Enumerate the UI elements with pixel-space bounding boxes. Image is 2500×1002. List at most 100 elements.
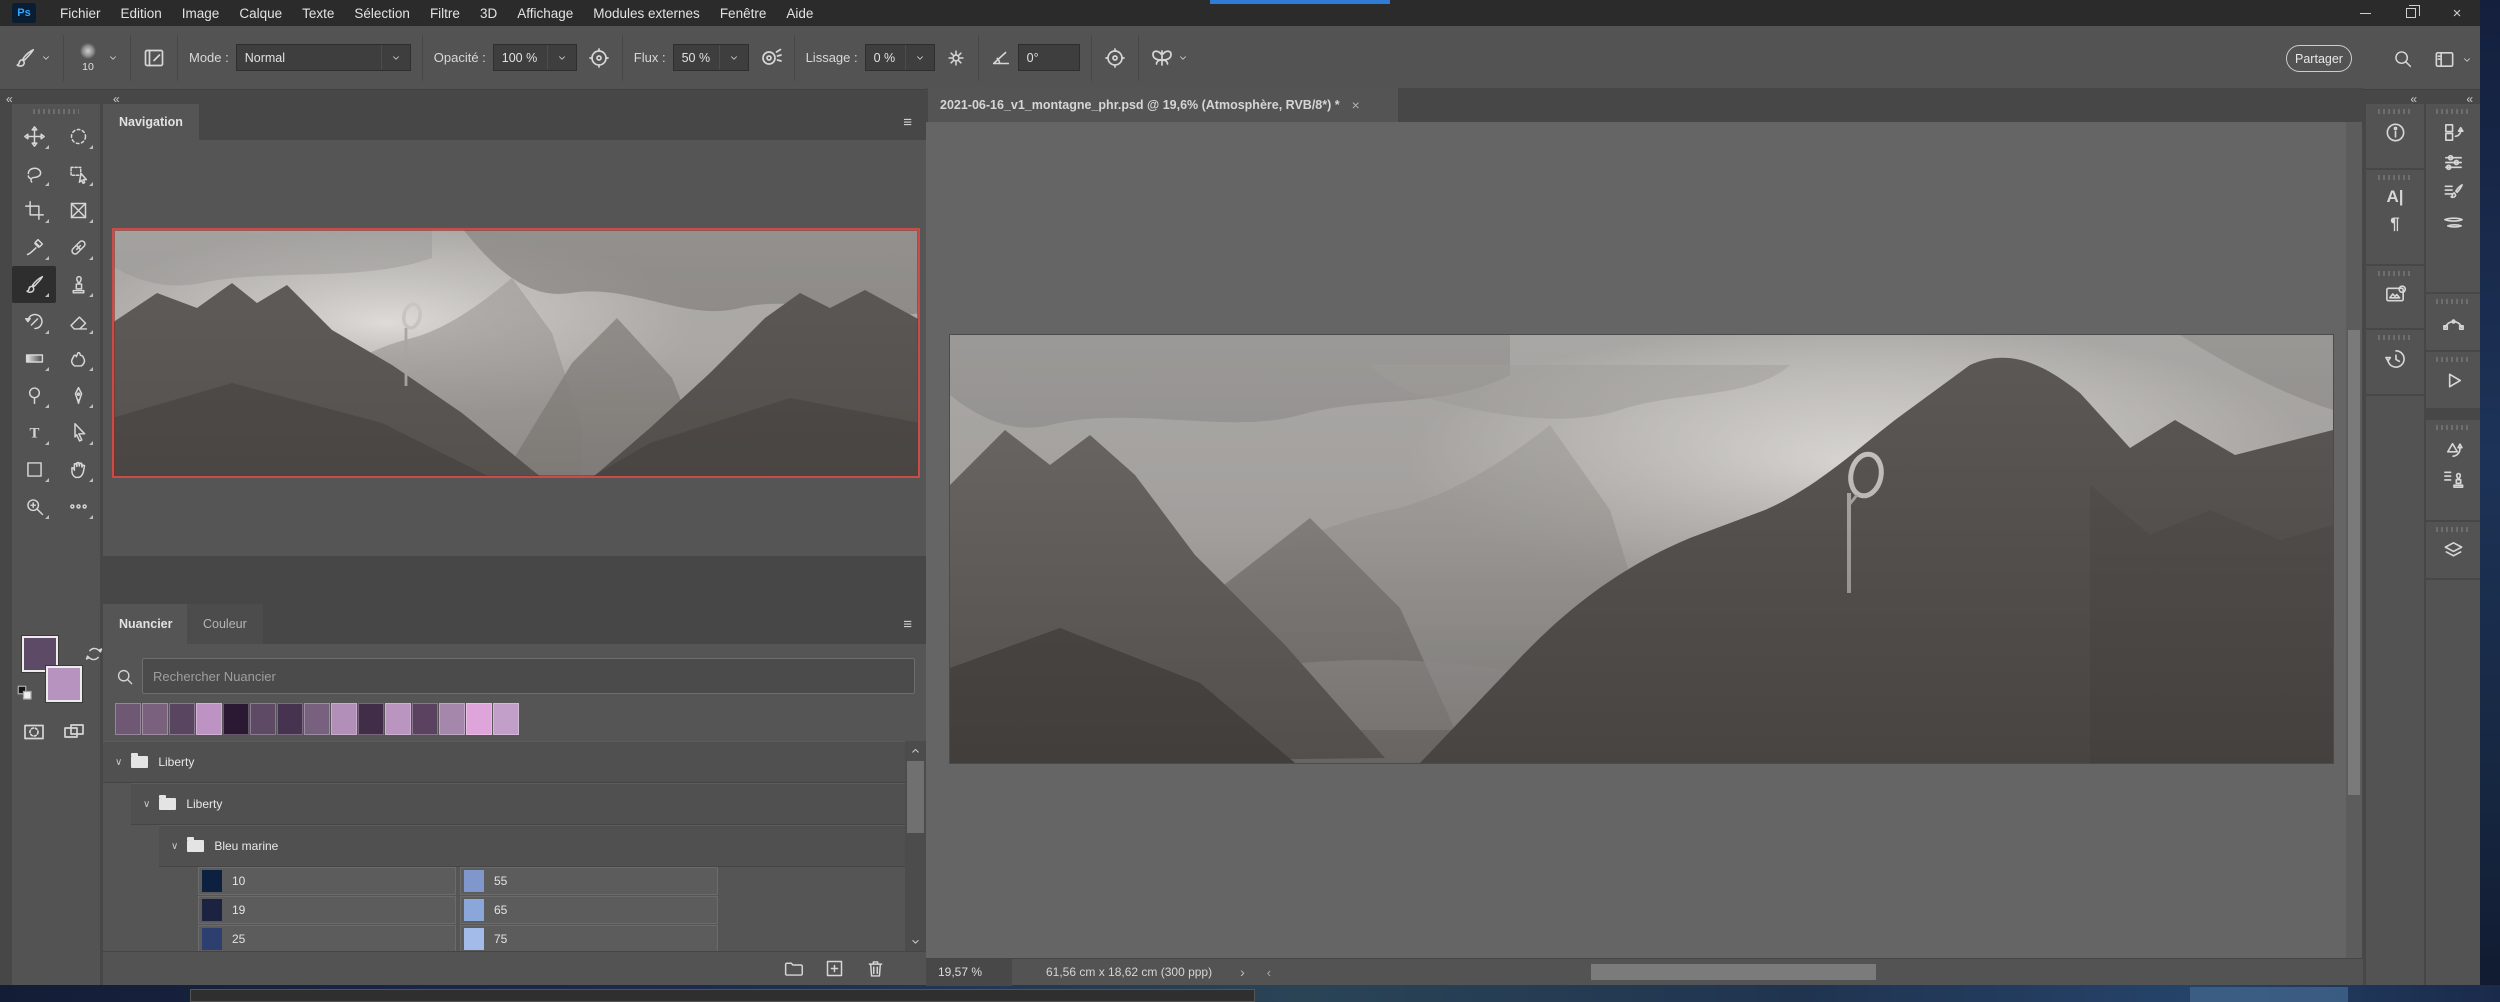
marquee-tool[interactable] — [56, 118, 100, 155]
swatch[interactable] — [115, 703, 141, 735]
canvas-horizontal-scrollbar[interactable]: ‹ — [1261, 959, 2363, 986]
swatch[interactable] — [142, 703, 168, 735]
canvas-pasteboard[interactable] — [926, 122, 2346, 958]
scroll-down-icon[interactable] — [909, 935, 922, 948]
status-zoom-field[interactable]: 19,57 % — [926, 959, 1012, 986]
edit-toolbar-ellipsis-icon[interactable] — [56, 488, 100, 525]
document-tab-close-icon[interactable]: × — [1352, 97, 1360, 113]
character-panel-icon[interactable]: A| — [2366, 187, 2424, 207]
document-canvas-image[interactable] — [950, 335, 2333, 763]
scroll-left-icon[interactable]: ‹ — [1267, 965, 1271, 980]
swatch[interactable] — [196, 703, 222, 735]
tab-couleur[interactable]: Couleur — [187, 604, 263, 644]
gradient-tool[interactable] — [12, 340, 56, 377]
swatch-item[interactable]: 19 — [198, 896, 456, 924]
tool-preset-caret-icon[interactable] — [40, 52, 52, 64]
pressure-opacity-icon[interactable] — [587, 46, 611, 70]
toggle-brush-settings-panel-icon[interactable] — [142, 46, 166, 70]
panel-grip[interactable] — [2436, 357, 2470, 362]
swatch[interactable] — [304, 703, 330, 735]
tab-navigation[interactable]: Navigation — [103, 104, 199, 140]
angle-field[interactable]: 0° — [1018, 44, 1080, 71]
swatch-item[interactable]: 75 — [460, 925, 718, 951]
swatch-scrollbar[interactable] — [905, 741, 926, 951]
scrollbar-thumb[interactable] — [2348, 330, 2360, 795]
swatch-group-bleu-marine[interactable]: ∨Bleu marine — [159, 825, 905, 867]
healing-brush-tool[interactable] — [56, 229, 100, 266]
brush-picker-caret-icon[interactable] — [107, 52, 119, 64]
scroll-up-icon[interactable] — [909, 744, 922, 757]
swatch[interactable] — [466, 703, 492, 735]
swatch[interactable] — [412, 703, 438, 735]
lasso-tool[interactable] — [12, 155, 56, 192]
navigator-view-box[interactable] — [112, 228, 920, 478]
panel-grip[interactable] — [2378, 175, 2412, 180]
properties-panel-icon[interactable] — [2426, 151, 2480, 174]
swatch[interactable] — [277, 703, 303, 735]
menu-modules-externes[interactable]: Modules externes — [583, 0, 710, 26]
panel-grip[interactable] — [2436, 425, 2470, 430]
path-selection-tool[interactable] — [56, 414, 100, 451]
swatch[interactable] — [385, 703, 411, 735]
menu-sélection[interactable]: Sélection — [344, 0, 420, 26]
tool-preset-brush-icon[interactable] — [14, 47, 36, 69]
default-colors-icon[interactable] — [16, 684, 34, 702]
layer-comps-panel-icon[interactable] — [2426, 121, 2480, 144]
move-tool[interactable] — [12, 118, 56, 155]
shape-tool[interactable] — [12, 451, 56, 488]
menu-3d[interactable]: 3D — [470, 0, 507, 26]
object-selection-tool[interactable] — [56, 155, 100, 192]
paths-panel-icon[interactable] — [2426, 311, 2480, 334]
background-color-swatch[interactable] — [46, 666, 82, 702]
brush-settings-panel-icon[interactable] — [2426, 181, 2480, 204]
layers-panel-icon[interactable] — [2426, 539, 2480, 562]
brushes-panel-icon[interactable] — [2426, 211, 2480, 234]
menu-filtre[interactable]: Filtre — [420, 0, 470, 26]
clone-stamp-tool[interactable] — [56, 266, 100, 303]
libraries-panel-icon[interactable] — [2366, 283, 2424, 306]
restore-button[interactable] — [2388, 0, 2434, 26]
panel-grip[interactable] — [2378, 109, 2412, 114]
new-group-folder-icon[interactable] — [783, 958, 804, 979]
workspace-switcher-icon[interactable] — [2433, 48, 2456, 71]
menu-fenêtre[interactable]: Fenêtre — [710, 0, 777, 26]
swatch[interactable] — [223, 703, 249, 735]
swatch[interactable] — [493, 703, 519, 735]
tab-nuancier[interactable]: Nuancier — [103, 604, 189, 644]
caret-down-icon[interactable]: ∨ — [143, 799, 150, 810]
scrollbar-thumb[interactable] — [1591, 964, 1876, 980]
swap-colors-icon[interactable] — [84, 644, 104, 664]
history-panel-icon[interactable] — [2366, 347, 2424, 370]
scrollbar-thumb[interactable] — [907, 761, 924, 833]
swatch-group-liberty[interactable]: ∨Liberty — [131, 783, 905, 825]
smart-objects-panel-icon[interactable] — [2426, 437, 2480, 460]
collapse-toolbar-icon[interactable]: « — [6, 92, 12, 106]
swatch-item[interactable]: 65 — [460, 896, 718, 924]
menu-fichier[interactable]: Fichier — [50, 0, 111, 26]
search-icon[interactable] — [2392, 48, 2413, 69]
history-brush-tool[interactable] — [12, 303, 56, 340]
smudge-tool[interactable] — [56, 340, 100, 377]
crop-tool[interactable] — [12, 192, 56, 229]
brush-preview-picker[interactable]: 10 — [75, 43, 101, 73]
menu-texte[interactable]: Texte — [292, 0, 344, 26]
caret-down-icon[interactable]: ∨ — [115, 757, 122, 768]
panel-grip[interactable] — [2378, 271, 2412, 276]
airbrush-icon[interactable] — [759, 46, 783, 70]
screen-mode-icon[interactable] — [62, 720, 86, 744]
status-chevron-icon[interactable]: › — [1240, 964, 1245, 980]
caret-down-icon[interactable]: ∨ — [171, 841, 178, 852]
navigator-menu-icon[interactable]: ≡ — [903, 114, 912, 131]
panel-grip[interactable] — [2436, 299, 2470, 304]
swatches-menu-icon[interactable]: ≡ — [903, 616, 912, 633]
swatch-item[interactable]: 25 — [198, 925, 456, 951]
swatch-search-input[interactable] — [142, 658, 915, 694]
smoothing-select[interactable]: 0 % — [865, 44, 935, 71]
minimize-button[interactable] — [2342, 0, 2388, 26]
brush-tool[interactable] — [12, 266, 56, 303]
swatch[interactable] — [358, 703, 384, 735]
share-button[interactable]: Partager — [2286, 45, 2352, 72]
frame-tool[interactable] — [56, 192, 100, 229]
opacity-select[interactable]: 100 % — [493, 44, 577, 71]
menu-image[interactable]: Image — [172, 0, 230, 26]
